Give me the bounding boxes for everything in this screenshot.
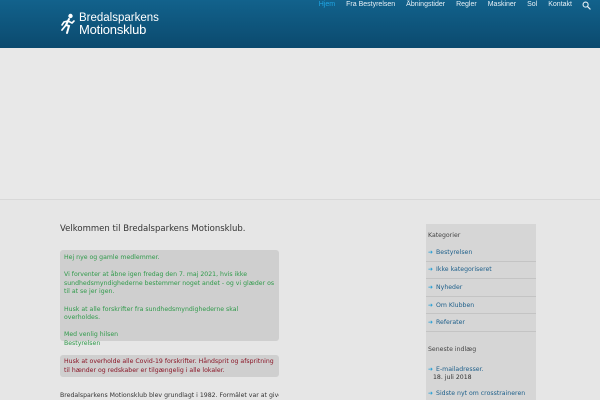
runner-icon [61, 13, 75, 34]
arrow-right-icon: ➜ [428, 248, 434, 256]
site-header: Bredalsparkens Motionsklub Hjem Fra Best… [0, 0, 600, 48]
recent-post-date: 18. juli 2018 [433, 373, 472, 381]
sidebar-item-label: Bestyrelsen [436, 248, 473, 256]
sidebar-item-label: Ikke kategoriseret [436, 266, 492, 274]
nav-item-regler[interactable]: Regler [456, 0, 477, 9]
sidebar-item-bestyrelsen[interactable]: ➜ Bestyrelsen [426, 244, 536, 262]
categories-heading: Kategorier [428, 232, 461, 239]
recent-post[interactable]: ➜ E-mailadresser. 18. juli 2018 [426, 366, 536, 382]
arrow-right-icon: ➜ [428, 266, 434, 274]
notice-greeting: Hej nye og gamle medlemmer. [64, 254, 160, 261]
recent-post-title[interactable]: E-mailadresser. [436, 366, 484, 373]
sidebar-item-referater[interactable]: ➜ Referater [426, 314, 536, 332]
recent-post[interactable]: ➜ Sidste nyt om crosstraineren [426, 390, 536, 398]
notice-signoff: Med venlig hilsen Bestyrelsen [64, 331, 275, 348]
arrow-right-icon: ➜ [428, 389, 434, 397]
arrow-right-icon: ➜ [428, 301, 434, 309]
notice-body: Vi forventer at åbne igen fredag den 7. … [64, 271, 275, 296]
sidebar-item-label: Referater [436, 319, 465, 327]
site-logo[interactable]: Bredalsparkens Motionsklub [60, 11, 159, 37]
intro-paragraph: Bredalsparkens Motionsklub blev grundlag… [60, 392, 279, 399]
notice-box: Hej nye og gamle medlemmer. Vi forventer… [60, 250, 279, 347]
nav-item-fra-bestyrelsen[interactable]: Fra Bestyrelsen [346, 0, 395, 9]
logo-text: Bredalsparkens Motionsklub [79, 12, 159, 36]
nav-item-kontakt[interactable]: Kontakt [548, 0, 572, 9]
notice-reminder: Husk at alle forskrifter fra sundhedsmyn… [64, 305, 239, 322]
sidebar-item-label: Om Klubben [436, 301, 475, 309]
sidebar-item-nyheder[interactable]: ➜ Nyheder [426, 279, 536, 297]
sidebar-item-ikke-kategoriseret[interactable]: ➜ Ikke kategoriseret [426, 262, 536, 280]
recent-posts-heading: Seneste indlæg [428, 345, 477, 353]
nav-item-hjem[interactable]: Hjem [319, 0, 335, 9]
page-title: Velkommen til Bredalsparkens Motionsklub… [60, 224, 246, 234]
search-icon[interactable] [582, 1, 591, 10]
nav-item-abningstider[interactable]: Åbningstider [406, 0, 445, 9]
notice-signature: Bestyrelsen [64, 339, 101, 347]
notice-signoff-text: Med venlig hilsen [64, 331, 119, 339]
sidebar: Kategorier ➜ Bestyrelsen ➜ Ikke kategori… [426, 224, 536, 400]
arrow-right-icon: ➜ [428, 365, 434, 373]
covid-warning-box: Husk at overholde alle Covid-19 forskrif… [60, 355, 279, 377]
hero-banner [0, 48, 600, 200]
nav-item-maskiner[interactable]: Maskiner [488, 0, 516, 9]
arrow-right-icon: ➜ [428, 283, 434, 291]
main-nav: Hjem Fra Bestyrelsen Åbningstider Regler… [308, 0, 600, 10]
recent-post-title[interactable]: Sidste nyt om crosstraineren [436, 390, 525, 397]
sidebar-item-label: Nyheder [436, 283, 463, 291]
arrow-right-icon: ➜ [428, 319, 434, 327]
logo-line2: Motionsklub [79, 22, 147, 37]
nav-item-sol[interactable]: Sol [527, 0, 537, 9]
sidebar-item-om-klubben[interactable]: ➜ Om Klubben [426, 297, 536, 315]
